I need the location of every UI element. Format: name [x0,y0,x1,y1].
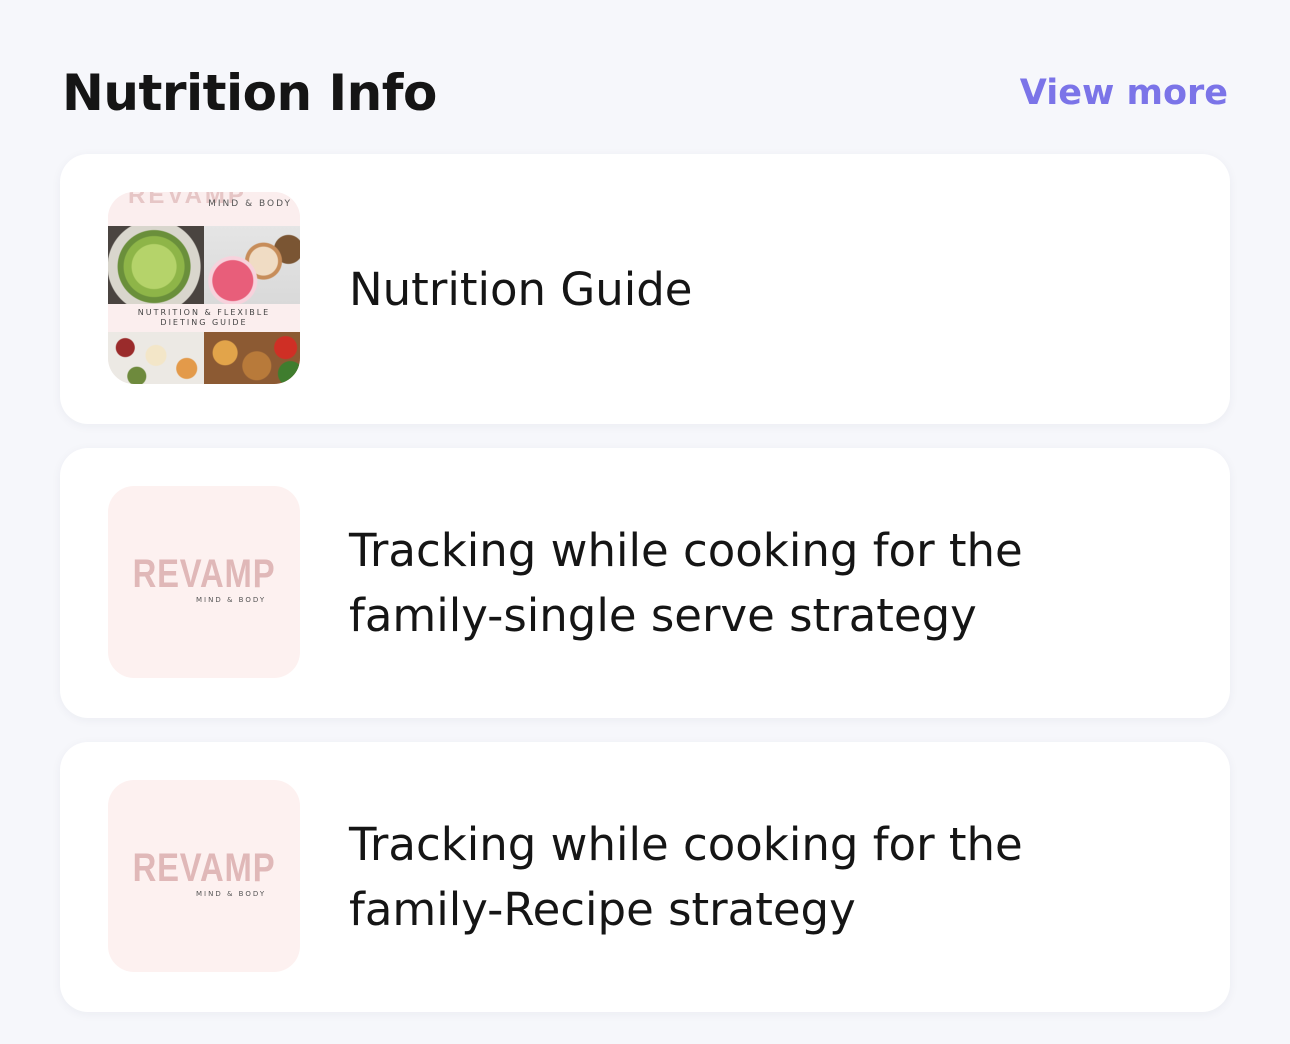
thumbnail-tag: MIND & BODY [208,199,292,209]
roasted-veg-photo [204,332,300,384]
salad-photo [108,226,204,304]
thumbnail-caption-line2: DIETING GUIDE [160,318,248,327]
view-more-link[interactable]: View more [1020,73,1228,113]
revamp-thumbnail: REVAMP MIND & BODY [108,486,300,678]
revamp-thumbnail: REVAMP MIND & BODY [108,780,300,972]
list-item-nutrition-guide[interactable]: REVAMP MIND & BODY NUTRITION & FLEXIBLE … [60,154,1230,424]
thumbnail-caption: NUTRITION & FLEXIBLE DIETING GUIDE [108,304,300,332]
snacks-photo [108,332,204,384]
revamp-tagline: MIND & BODY [196,890,267,898]
section-header: Nutrition Info View more [62,58,1228,128]
list-item-single-serve-strategy[interactable]: REVAMP MIND & BODY Tracking while cookin… [60,448,1230,718]
section-title: Nutrition Info [62,64,437,122]
revamp-logo: REVAMP [132,552,276,596]
thumbnail-caption-line1: NUTRITION & FLEXIBLE [137,308,271,317]
donuts-photo [204,226,300,304]
list-item-title: Tracking while cooking for the family-si… [349,524,1023,642]
nutrition-guide-thumbnail: REVAMP MIND & BODY NUTRITION & FLEXIBLE … [108,192,300,384]
revamp-logo: REVAMP [132,846,276,890]
list-item-title: Tracking while cooking for the family-Re… [349,818,1023,936]
list-item-title: Nutrition Guide [349,262,693,316]
revamp-tagline: MIND & BODY [196,596,267,604]
list-item-recipe-strategy[interactable]: REVAMP MIND & BODY Tracking while cookin… [60,742,1230,1012]
